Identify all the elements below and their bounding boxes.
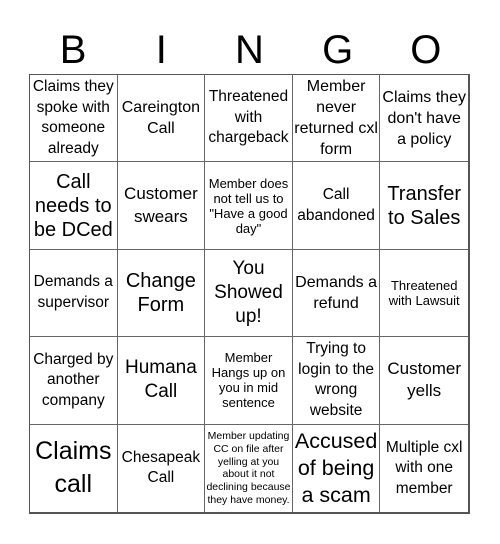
bingo-cell[interactable]: Customer swears (117, 162, 206, 250)
bingo-cell[interactable]: Careington Call (117, 75, 206, 163)
cell-text: Claims they don't have a policy (382, 88, 466, 148)
bingo-cell[interactable]: Member Hangs up on you in mid sentence (205, 337, 293, 425)
cell-text: Accused of being a scam (294, 428, 378, 507)
bingo-cell[interactable]: Trying to login to the wrong website (292, 337, 381, 425)
cell-text: Charged by another company (33, 350, 114, 409)
bingo-cell[interactable]: Call abandoned (292, 162, 381, 250)
bingo-cell[interactable]: Multiple cxl with one member (380, 425, 468, 512)
cell-text: Member does not tell us to "Have a good … (208, 175, 289, 236)
bingo-board: Claims they spoke with someone already C… (29, 74, 470, 514)
cell-text: Chesapeak Call (121, 448, 201, 487)
cell-text: Call needs to be DCed (33, 170, 113, 241)
cell-text: Multiple cxl with one member (385, 438, 463, 497)
bingo-cell[interactable]: Claims call (30, 424, 118, 512)
cell-text: Threatened with Lawsuit (388, 277, 460, 308)
cell-text: Humana Call (124, 357, 197, 403)
bingo-cell[interactable]: Claims they spoke with someone already (30, 75, 118, 163)
cell-text: Member never returned cxl form (294, 78, 378, 159)
bingo-cell[interactable]: Claims they don't have a policy (380, 75, 468, 163)
cell-text: Call abandoned (297, 186, 375, 224)
cell-text: Claims call (35, 437, 112, 499)
bingo-cell[interactable]: Change Form (117, 249, 206, 338)
bingo-cell[interactable]: Transfer to Sales (380, 162, 468, 250)
cell-text: Trying to login to the wrong website (298, 340, 375, 419)
header-letter-n: N (235, 28, 264, 72)
bingo-header: B I N G O (29, 26, 470, 74)
bingo-cell[interactable]: Member does not tell us to "Have a good … (205, 162, 293, 250)
cell-text: Transfer to Sales (387, 182, 462, 229)
bingo-cell[interactable]: Charged by another company (30, 337, 118, 425)
bingo-cell[interactable]: Threatened with chargeback (205, 75, 293, 163)
bingo-cell[interactable]: Member updating CC on file after yelling… (205, 424, 293, 512)
bingo-cell[interactable]: Chesapeak Call (118, 424, 206, 512)
cell-text: Member Hangs up on you in mid sentence (211, 350, 286, 411)
header-letter-o: O (410, 28, 442, 72)
bingo-cell[interactable]: Customer yells (380, 337, 468, 425)
cell-text: Customer swears (124, 184, 198, 226)
bingo-cell[interactable]: Demands a supervisor (30, 249, 118, 338)
header-letter-i: I (155, 28, 167, 72)
cell-text: Threatened with chargeback (208, 88, 289, 147)
bingo-cell[interactable]: Demands a refund (292, 249, 381, 338)
cell-text: Claims they spoke with someone already (32, 78, 114, 157)
cell-text: Demands a supervisor (33, 273, 113, 311)
cell-text: Customer yells (387, 358, 462, 401)
header-letter-b: B (59, 28, 87, 72)
cell-text: Careington Call (121, 99, 201, 138)
bingo-cell[interactable]: Call needs to be DCed (30, 162, 118, 250)
bingo-cell[interactable]: Member never returned cxl form (292, 75, 381, 163)
bingo-cell[interactable]: Threatened with Lawsuit (380, 250, 468, 338)
bingo-cell[interactable]: Accused of being a scam (293, 424, 381, 512)
bingo-cell[interactable]: You Showed up! (205, 249, 293, 338)
bingo-cell[interactable]: Humana Call (117, 337, 206, 425)
cell-text: Change Form (125, 269, 196, 316)
header-letter-g: G (322, 28, 354, 72)
cell-text: Member updating CC on file after yelling… (206, 429, 291, 506)
cell-text: You Showed up! (214, 257, 283, 327)
cell-text: Demands a refund (295, 273, 377, 312)
